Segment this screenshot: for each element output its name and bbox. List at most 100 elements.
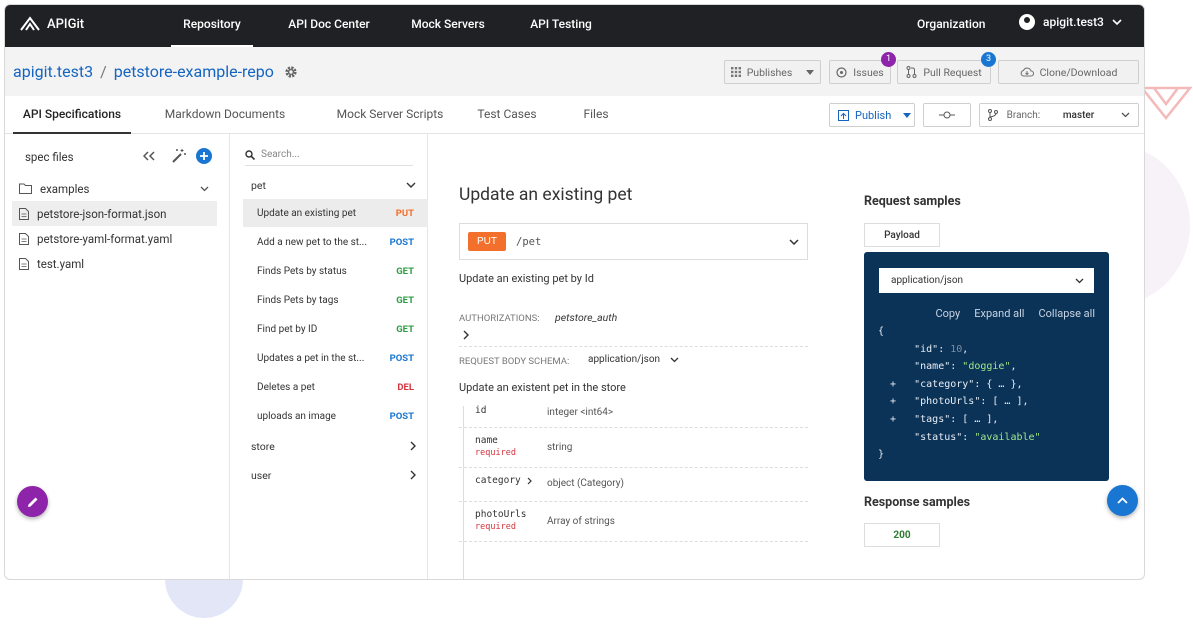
method-badge: PUT <box>395 207 414 219</box>
file-item[interactable]: test.yaml <box>12 251 217 276</box>
operation-item[interactable]: uploads an image POST <box>243 402 428 430</box>
request-samples-title: Request samples <box>864 194 961 209</box>
file-icon <box>19 232 29 245</box>
content-type-select[interactable]: application/json <box>879 268 1094 293</box>
nav-tab-api-doc-center[interactable]: API Doc Center <box>279 5 379 47</box>
issues-count-badge: 1 <box>881 52 896 67</box>
add-file-icon[interactable] <box>196 148 212 164</box>
chevron-down-icon <box>406 182 416 188</box>
file-item[interactable]: petstore-json-format.json <box>12 201 217 226</box>
chevron-down-icon <box>1121 112 1130 118</box>
repo-header: apigit.test3 / petstore-example-repo Pub… <box>5 47 1144 96</box>
collapse-all-button[interactable]: Collapse all <box>1038 307 1095 320</box>
field-type: string <box>547 442 573 453</box>
group-store[interactable]: store <box>251 434 416 458</box>
status-code-tab[interactable]: 200 <box>864 523 940 547</box>
tab-files[interactable]: Files <box>572 96 620 134</box>
top-navbar: APIGit Repository API Doc Center Mock Se… <box>5 5 1144 47</box>
branch-selector[interactable]: Branch: master <box>979 103 1139 127</box>
group-pet[interactable]: pet <box>251 173 416 197</box>
user-menu[interactable]: apigit.test3 <box>1019 14 1122 30</box>
endpoint-path: /pet <box>516 235 542 248</box>
publish-button[interactable]: Publish <box>829 103 915 127</box>
magic-wand-icon[interactable] <box>171 148 187 164</box>
brand-logo[interactable]: APIGit <box>19 16 84 32</box>
field-name: category <box>475 475 521 486</box>
auth-value[interactable]: petstore_auth <box>555 311 617 324</box>
tab-mock-server-scripts[interactable]: Mock Server Scripts <box>320 96 460 134</box>
organization-link[interactable]: Organization <box>917 17 985 31</box>
endpoint-bar[interactable]: PUT /pet <box>459 223 808 260</box>
body-description: Update an existent pet in the store <box>459 381 626 394</box>
operation-doc: Update an existing pet PUT /pet Update a… <box>428 134 1144 579</box>
collapse-sidebar-icon[interactable] <box>143 151 155 161</box>
method-badge: POST <box>389 352 414 364</box>
operation-item[interactable]: Updates a pet in the st... POST <box>243 344 428 372</box>
operation-label: Add a new pet to the st... <box>257 236 367 248</box>
operation-item[interactable]: Deletes a pet DEL <box>243 373 428 401</box>
caret-down-icon <box>903 112 912 118</box>
branch-label: Branch: <box>1006 109 1041 121</box>
edit-fab[interactable] <box>17 486 48 517</box>
body-schema-selector[interactable]: application/json <box>588 354 679 365</box>
operation-label: Finds Pets by tags <box>257 294 339 306</box>
auth-label: AUTHORIZATIONS: <box>459 313 540 324</box>
pull-request-count-badge: 3 <box>981 52 996 67</box>
tab-markdown-documents[interactable]: Markdown Documents <box>155 96 295 134</box>
repo-name-link[interactable]: petstore-example-repo <box>114 62 274 81</box>
field-name: photoUrls <box>475 509 527 520</box>
method-badge: GET <box>396 323 414 335</box>
file-icon <box>19 207 29 220</box>
tab-api-specifications[interactable]: API Specifications <box>13 96 131 134</box>
chevron-down-icon <box>200 186 209 191</box>
clone-download-button[interactable]: Clone/Download <box>998 60 1139 84</box>
operation-item[interactable]: Find pet by ID GET <box>243 315 428 343</box>
body-schema-label: REQUEST BODY SCHEMA: <box>459 356 570 367</box>
chevron-right-icon <box>527 477 532 485</box>
divider <box>459 346 808 347</box>
decorative-triangle-icon <box>1140 86 1192 121</box>
group-user[interactable]: user <box>251 463 416 487</box>
breadcrumb-separator: / <box>100 62 107 81</box>
payload-tab[interactable]: Payload <box>864 223 940 247</box>
brand-name: APIGit <box>47 16 85 32</box>
operation-item[interactable]: Update an existing pet PUT <box>243 199 428 227</box>
file-item[interactable]: petstore-yaml-format.yaml <box>12 226 217 251</box>
method-badge: GET <box>396 294 414 306</box>
expand-all-button[interactable]: Expand all <box>974 307 1024 320</box>
method-badge: PUT <box>468 232 506 251</box>
field-name: id <box>475 405 487 416</box>
operations-panel: Search... pet Update an existing pet PUT… <box>230 134 428 579</box>
issues-label: Issues <box>853 65 884 79</box>
repo-owner-link[interactable]: apigit.test3 <box>13 62 93 81</box>
nav-tab-repository[interactable]: Repository <box>171 5 253 47</box>
scroll-to-top-button[interactable] <box>1107 485 1138 516</box>
field-name: name <box>475 435 498 446</box>
copy-button[interactable]: Copy <box>936 307 961 320</box>
operation-item[interactable]: Finds Pets by tags GET <box>243 286 428 314</box>
tab-test-cases[interactable]: Test Cases <box>467 96 547 134</box>
nav-tab-mock-servers[interactable]: Mock Servers <box>405 5 491 47</box>
issues-button[interactable]: Issues 1 <box>829 52 896 84</box>
operation-label: Find pet by ID <box>257 323 318 335</box>
operation-item[interactable]: Finds Pets by status GET <box>243 257 428 285</box>
nav-tab-api-testing[interactable]: API Testing <box>521 5 601 47</box>
branch-value: master <box>1062 109 1095 121</box>
schema-field-row[interactable]: category object (Category) <box>459 468 808 502</box>
operation-item[interactable]: Add a new pet to the st... POST <box>243 228 428 256</box>
publishes-button[interactable]: Publishes <box>724 60 821 84</box>
search-input[interactable]: Search... <box>261 149 300 160</box>
gear-icon[interactable] <box>284 65 298 79</box>
method-badge: POST <box>389 410 414 422</box>
chevron-right-icon[interactable] <box>463 330 469 340</box>
field-required: required <box>475 522 516 532</box>
pull-request-icon <box>906 66 917 78</box>
pull-request-button[interactable]: Pull Request 3 <box>897 52 996 84</box>
branch-icon <box>988 109 998 121</box>
folder-icon <box>19 183 32 194</box>
chevron-down-icon <box>1112 18 1122 25</box>
operation-label: Finds Pets by status <box>257 265 347 277</box>
commit-button[interactable] <box>923 103 971 127</box>
operation-search[interactable]: Search... <box>245 144 413 166</box>
folder-examples[interactable]: examples <box>12 176 217 201</box>
